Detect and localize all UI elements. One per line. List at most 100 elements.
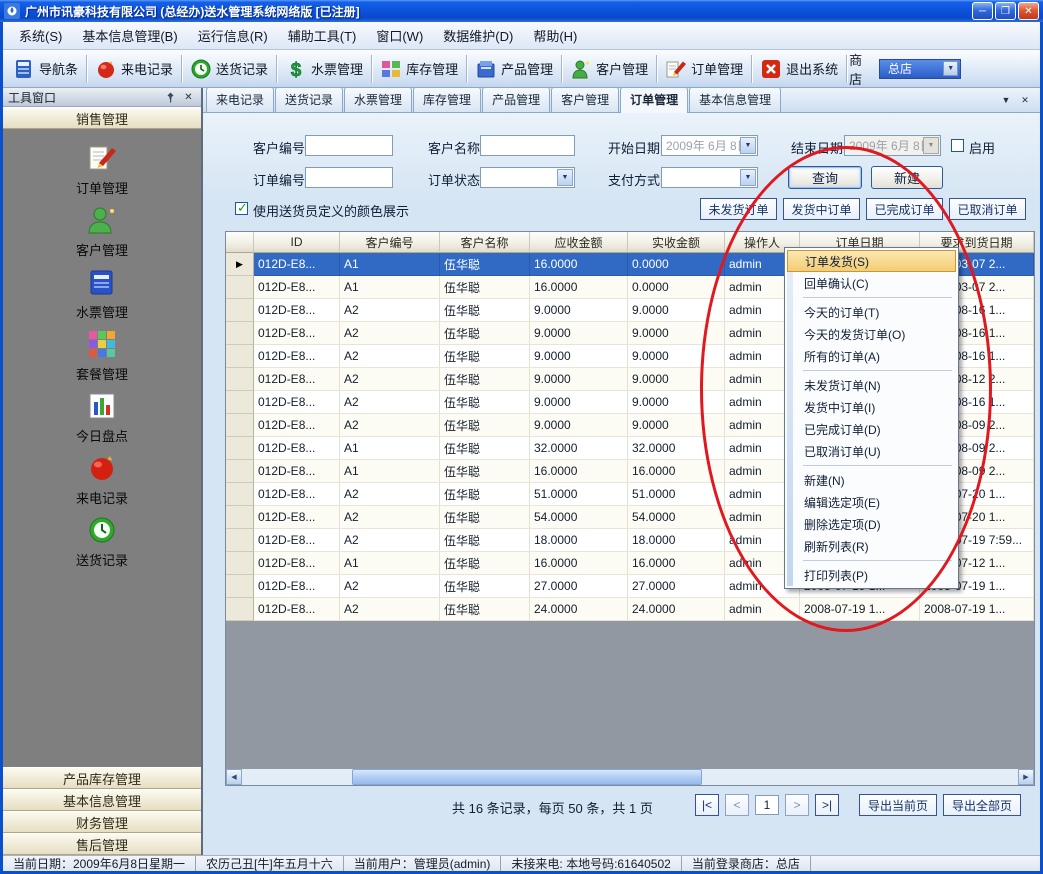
sidebar-section[interactable]: 财务管理 (3, 811, 201, 833)
sidebar-item-today-stocktake[interactable]: 今日盘点 (3, 389, 201, 451)
sidebar-section[interactable]: 售后管理 (3, 833, 201, 855)
row-selector-cell[interactable] (226, 437, 254, 460)
menu-item[interactable]: 窗口(W) (366, 21, 433, 50)
context-menu-item[interactable]: 打印列表(P) (787, 564, 956, 586)
column-header-id[interactable]: ID (254, 232, 340, 253)
scroll-right-icon[interactable]: ▶ (1018, 769, 1034, 785)
context-menu-item[interactable] (787, 462, 956, 469)
export-current-page-button[interactable]: 导出当前页 (859, 794, 937, 816)
row-selector-cell[interactable] (226, 529, 254, 552)
scrollbar-thumb[interactable] (352, 769, 702, 785)
sidebar-item-water-ticket-manage[interactable]: 水票管理 (3, 265, 201, 327)
pin-icon[interactable] (163, 90, 178, 104)
table-row[interactable]: 012D-E8... A2 伍华聪 24.0000 24.0000 admin … (226, 598, 1034, 621)
customer-name-input[interactable] (480, 135, 575, 156)
row-selector-cell[interactable] (226, 598, 254, 621)
sidebar-section[interactable]: 产品库存管理 (3, 767, 201, 789)
context-menu-item[interactable]: 已取消订单(U) (787, 440, 956, 462)
tab[interactable]: 客户管理 (551, 87, 619, 112)
toolbar-customer-button[interactable]: 客户管理 (564, 55, 654, 83)
scroll-left-icon[interactable]: ◀ (226, 769, 242, 785)
horizontal-scrollbar[interactable]: ◀ ▶ (226, 769, 1034, 785)
new-button[interactable]: 新建 (871, 166, 943, 189)
context-menu-item[interactable]: 今天的发货订单(O) (787, 323, 956, 345)
tab[interactable]: 来电记录 (206, 87, 274, 112)
context-menu-item[interactable]: 编辑选定项(E) (787, 491, 956, 513)
context-menu-item[interactable] (787, 557, 956, 564)
context-menu-item[interactable]: 未发货订单(N) (787, 374, 956, 396)
context-menu-item[interactable]: 回单确认(C) (787, 272, 956, 294)
tab[interactable]: 订单管理 (620, 87, 688, 113)
prev-page-button[interactable]: < (725, 794, 749, 816)
row-selector-cell[interactable] (226, 299, 254, 322)
context-menu-item[interactable]: 发货中订单(I) (787, 396, 956, 418)
row-selector-cell[interactable] (226, 391, 254, 414)
toolbar-navbar-button[interactable]: 导航条 (7, 55, 84, 83)
tab[interactable]: 送货记录 (275, 87, 343, 112)
scrollbar-track[interactable] (242, 769, 1018, 785)
row-selector-cell[interactable] (226, 322, 254, 345)
order-no-input[interactable] (305, 167, 393, 188)
sidebar-section-sales[interactable]: 销售管理 (3, 107, 201, 129)
menu-item[interactable]: 基本信息管理(B) (72, 21, 187, 50)
context-menu-item[interactable]: 删除选定项(D) (787, 513, 956, 535)
tab[interactable]: 基本信息管理 (689, 87, 781, 112)
tab[interactable]: 库存管理 (413, 87, 481, 112)
last-page-button[interactable]: >| (815, 794, 839, 816)
context-menu-item[interactable] (787, 294, 956, 301)
order-status-select[interactable]: ▼ (480, 167, 575, 188)
pay-method-select[interactable]: ▼ (661, 167, 758, 188)
sidebar-section[interactable]: 基本信息管理 (3, 789, 201, 811)
export-all-pages-button[interactable]: 导出全部页 (943, 794, 1021, 816)
menu-item[interactable]: 辅助工具(T) (278, 21, 367, 50)
close-button[interactable]: ✕ (1018, 2, 1039, 20)
minimize-button[interactable]: ─ (972, 2, 993, 20)
sidebar-item-customer-manage[interactable]: 客户管理 (3, 203, 201, 265)
context-menu-item[interactable]: 今天的订单(T) (787, 301, 956, 323)
menu-item[interactable]: 系统(S) (9, 21, 72, 50)
column-header-customer-no[interactable]: 客户编号 (340, 232, 440, 253)
shipping-orders-button[interactable]: 发货中订单 (783, 198, 860, 220)
query-button[interactable]: 查询 (788, 166, 862, 189)
maximize-button[interactable]: ❐ (995, 2, 1016, 20)
row-selector-cell[interactable] (226, 368, 254, 391)
context-menu-item[interactable]: 刷新列表(R) (787, 535, 956, 557)
row-selector-cell[interactable] (226, 506, 254, 529)
sidebar-item-delivery-record[interactable]: 送货记录 (3, 513, 201, 575)
column-header-receivable[interactable]: 应收金额 (530, 232, 628, 253)
row-selector-cell[interactable] (226, 345, 254, 368)
row-selector-cell[interactable] (226, 552, 254, 575)
enable-date-checkbox[interactable] (951, 139, 964, 152)
sidebar-item-order-manage[interactable]: 订单管理 (3, 141, 201, 203)
store-select[interactable]: 总店 ▼ (879, 59, 961, 79)
next-page-button[interactable]: > (785, 794, 809, 816)
row-selector-cell[interactable] (226, 575, 254, 598)
tab-list-chevron-down-icon[interactable]: ▼ (999, 93, 1013, 107)
current-page-box[interactable]: 1 (755, 795, 779, 815)
tab[interactable]: 产品管理 (482, 87, 550, 112)
row-selector-cell[interactable] (226, 483, 254, 506)
context-menu-item[interactable] (787, 367, 956, 374)
column-header-customer-name[interactable]: 客户名称 (440, 232, 530, 253)
toolbar-order-button[interactable]: 订单管理 (659, 55, 749, 83)
sidebar-item-package-manage[interactable]: 套餐管理 (3, 327, 201, 389)
menu-item[interactable]: 运行信息(R) (188, 21, 278, 50)
context-menu-item[interactable]: 新建(N) (787, 469, 956, 491)
cancelled-orders-button[interactable]: 已取消订单 (949, 198, 1026, 220)
row-selector-cell[interactable] (226, 460, 254, 483)
sidebar-item-call-record[interactable]: 来电记录 (3, 451, 201, 513)
row-selector-cell[interactable] (226, 414, 254, 437)
toolbar-water-ticket-button[interactable]: $ 水票管理 (279, 55, 369, 83)
unshipped-orders-button[interactable]: 未发货订单 (700, 198, 777, 220)
column-header-received[interactable]: 实收金额 (628, 232, 725, 253)
menu-item[interactable]: 帮助(H) (523, 21, 587, 50)
delivery-color-checkbox[interactable] (235, 202, 248, 215)
context-menu-item[interactable]: 所有的订单(A) (787, 345, 956, 367)
row-selector-cell[interactable]: ▶ (226, 253, 254, 276)
start-date-select[interactable]: 2009年 6月 8日 ▼ (661, 135, 758, 156)
toolbar-exit-button[interactable]: 退出系统 (754, 55, 844, 83)
context-menu-item[interactable]: 订单发货(S) (787, 250, 956, 272)
customer-no-input[interactable] (305, 135, 393, 156)
row-selector-cell[interactable] (226, 276, 254, 299)
end-date-select[interactable]: 2009年 6月 8日 ▼ (844, 135, 941, 156)
